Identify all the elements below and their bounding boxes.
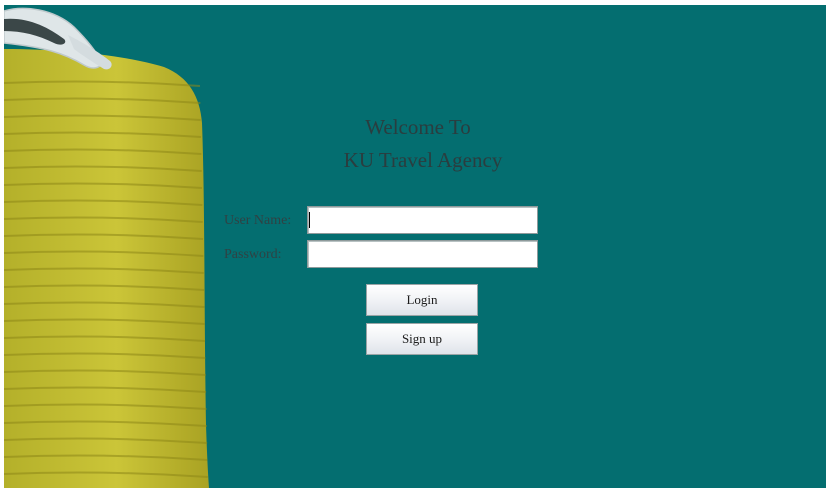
username-input[interactable] [307, 206, 538, 234]
text-caret [309, 212, 310, 228]
login-window: Welcome To KU Travel Agency User Name: P… [4, 5, 826, 488]
welcome-title-line2: KU Travel Agency [343, 148, 503, 172]
suitcase-with-sunglasses-icon [4, 7, 209, 488]
password-input[interactable] [307, 240, 538, 268]
password-label: Password: [224, 247, 282, 262]
username-label: User Name: [224, 213, 292, 228]
signup-button[interactable]: Sign up [366, 323, 478, 355]
login-button[interactable]: Login [366, 284, 478, 316]
welcome-title-line1: Welcome To [365, 115, 471, 139]
